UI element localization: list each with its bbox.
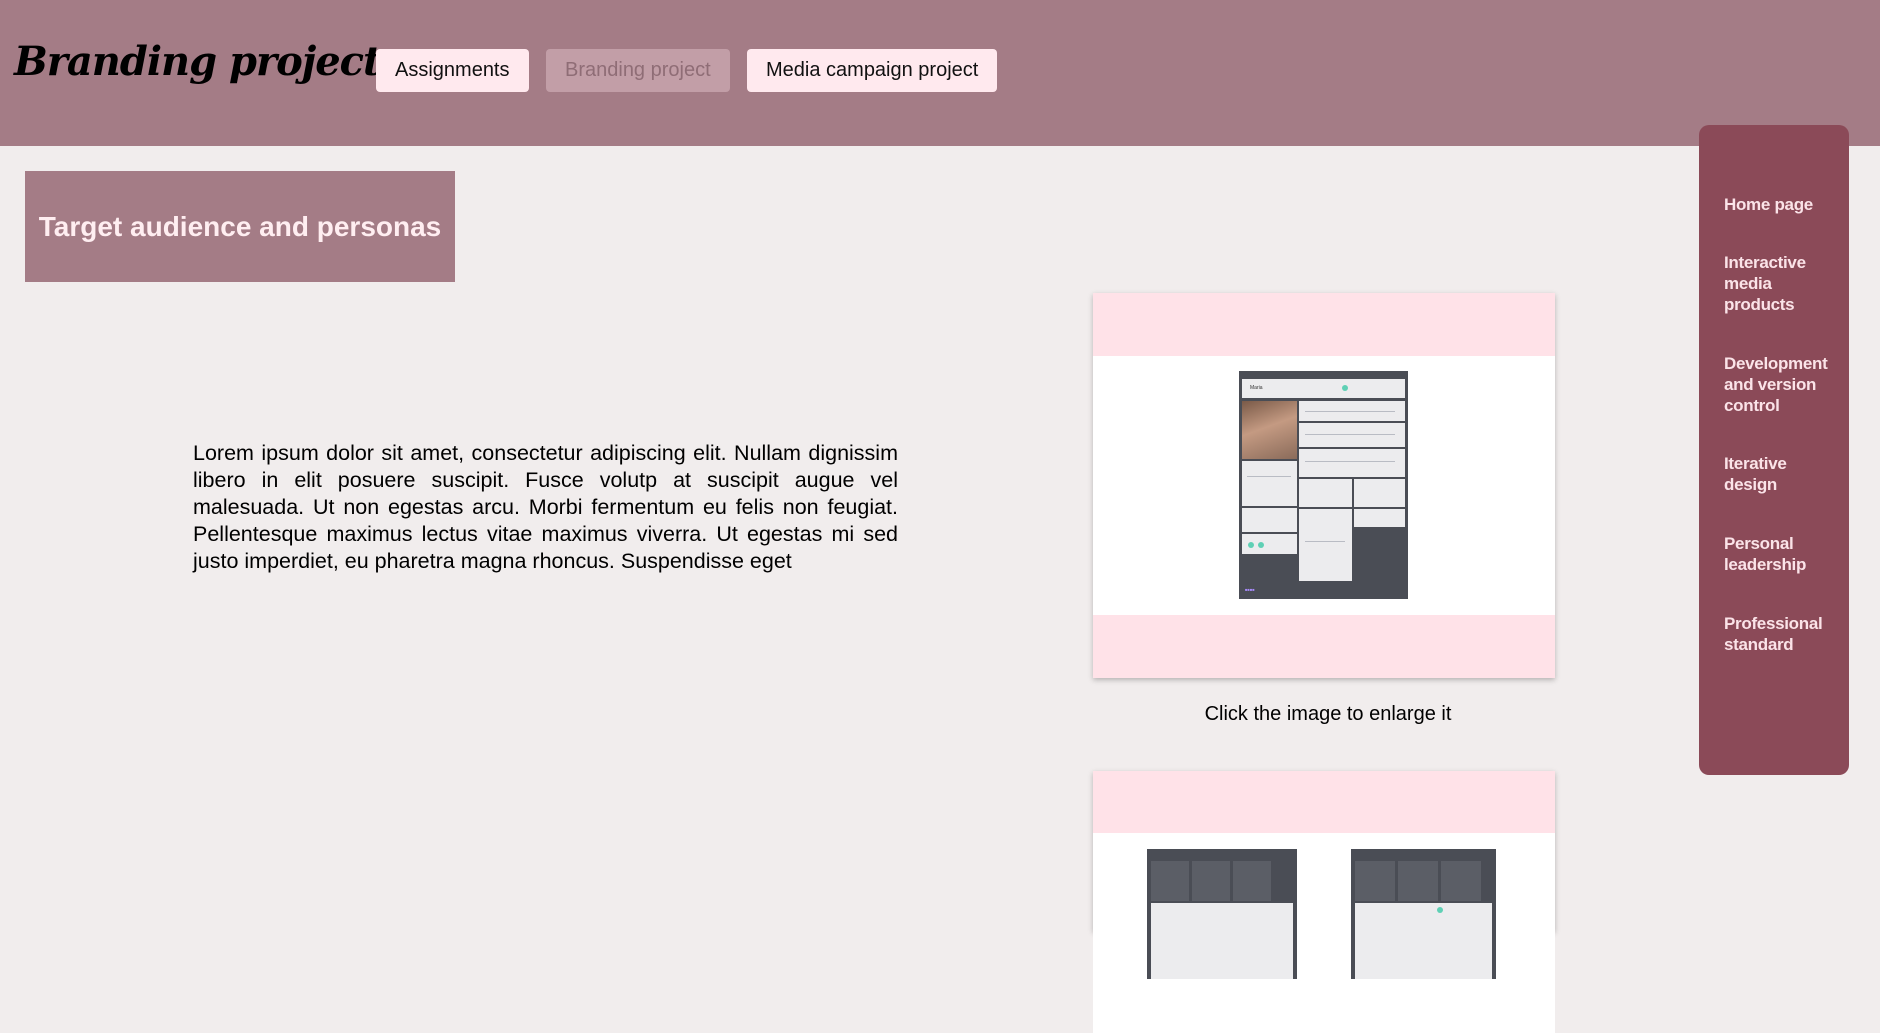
sidebar: Home page Interactive media products Dev… <box>1699 125 1849 775</box>
section-title: Target audience and personas <box>25 171 455 282</box>
persona-chart-icon <box>1342 385 1348 391</box>
persona-panel <box>1355 903 1492 979</box>
body-paragraph: Lorem ipsum dolor sit amet, consectetur … <box>193 441 898 573</box>
persona-image[interactable]: Maria ■■■■ <box>1239 371 1408 599</box>
image-caption: Click the image to enlarge it <box>1204 703 1452 725</box>
persona-panel <box>1354 479 1405 507</box>
text-line <box>1305 411 1395 412</box>
persona-photo <box>1242 401 1297 459</box>
persona-panel <box>1242 508 1297 532</box>
text-line <box>1305 434 1395 435</box>
persona-panel <box>1299 423 1405 447</box>
persona-dot-icon <box>1248 542 1254 548</box>
persona-image-card-2[interactable] <box>1093 771 1555 1033</box>
sidebar-item-personal-leadership[interactable]: Personal leadership <box>1724 533 1839 575</box>
persona-image-frame[interactable]: Maria ■■■■ <box>1093 356 1555 615</box>
persona-dot-icon <box>1258 542 1264 548</box>
persona-header-panel: Maria <box>1242 379 1405 398</box>
persona-panel <box>1192 861 1230 901</box>
nav-assignments-button[interactable]: Assignments <box>376 49 529 92</box>
persona-image-card[interactable]: Maria ■■■■ <box>1093 293 1555 678</box>
sidebar-item-home-page[interactable]: Home page <box>1724 194 1839 215</box>
sidebar-item-iterative-design[interactable]: Iterative design <box>1724 453 1839 495</box>
nav-branding-project-button[interactable]: Branding project <box>546 49 730 92</box>
persona-image-2b[interactable] <box>1351 849 1496 979</box>
persona-panel <box>1233 861 1271 901</box>
persona-panel <box>1242 534 1297 554</box>
sidebar-item-professional-standard[interactable]: Professional standard <box>1724 613 1839 655</box>
persona-footer-mark: ■■■■ <box>1245 587 1255 592</box>
text-line <box>1305 541 1345 542</box>
persona-image-2a[interactable] <box>1147 849 1297 979</box>
persona-panel <box>1441 861 1481 901</box>
text-line <box>1247 476 1291 477</box>
persona-image-frame-2[interactable] <box>1093 833 1555 1033</box>
persona-panel <box>1151 903 1293 979</box>
persona-panel <box>1299 449 1405 477</box>
persona-panel <box>1355 861 1395 901</box>
nav-media-campaign-button[interactable]: Media campaign project <box>747 49 998 92</box>
sidebar-item-interactive-media-products[interactable]: Interactive media products <box>1724 252 1839 315</box>
sidebar-item-development-version-control[interactable]: Development and version control <box>1724 353 1839 416</box>
persona-panel <box>1299 509 1352 581</box>
top-header: Branding project Assignments Branding pr… <box>0 0 1880 146</box>
persona-panel <box>1299 479 1352 507</box>
persona-chart-icon <box>1437 907 1443 913</box>
text-line <box>1305 461 1395 462</box>
persona-panel <box>1398 861 1438 901</box>
brand-title: Branding project <box>14 38 381 85</box>
persona-name: Maria <box>1250 385 1263 391</box>
persona-panel <box>1151 861 1189 901</box>
persona-panel <box>1242 461 1297 506</box>
persona-panel <box>1354 509 1405 527</box>
